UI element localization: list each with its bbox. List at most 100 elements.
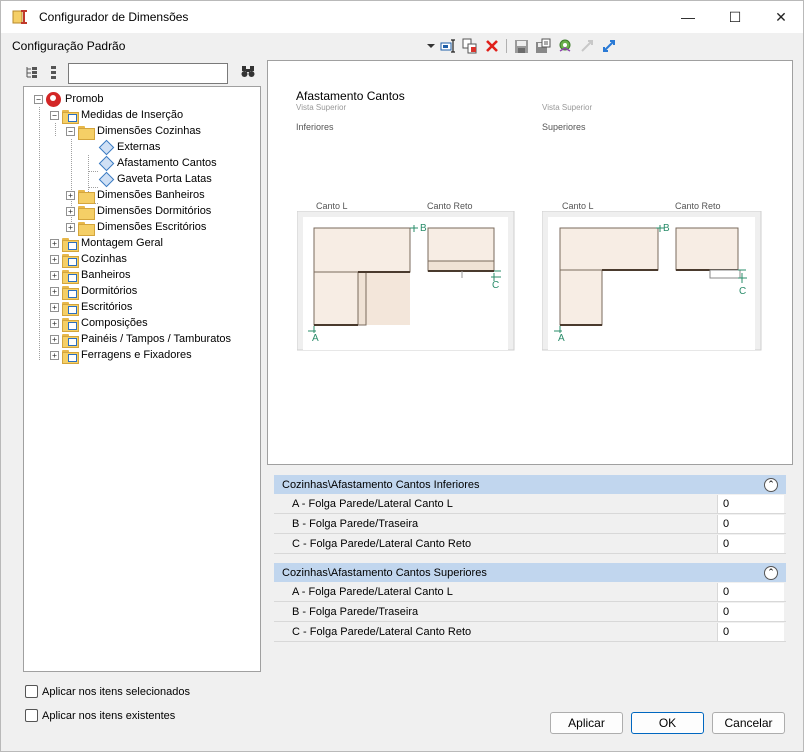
ok-button[interactable]: OK bbox=[631, 712, 704, 734]
inferiores-diagram bbox=[297, 211, 515, 351]
tree-item-dimensoes-escritorios[interactable]: + Dimensões Escritórios bbox=[66, 219, 207, 236]
property-row: B - Folga Parede/Traseira 0 bbox=[274, 514, 786, 534]
superiores-diagram bbox=[542, 211, 762, 351]
marker-a-left: A bbox=[312, 333, 319, 344]
minimize-button[interactable]: — bbox=[665, 1, 711, 33]
collapse-all-icon[interactable] bbox=[47, 65, 63, 81]
expand-icon[interactable]: + bbox=[50, 270, 59, 280]
marker-b-right: B bbox=[663, 223, 670, 234]
property-name: B - Folga Parede/Traseira bbox=[292, 606, 419, 618]
close-button[interactable]: ✕ bbox=[758, 1, 804, 33]
export-icon[interactable] bbox=[576, 36, 598, 56]
tag-icon bbox=[98, 157, 114, 170]
app-icon bbox=[12, 10, 27, 24]
tree-item-externas[interactable]: Externas bbox=[98, 139, 160, 155]
collapse-icon[interactable]: − bbox=[34, 94, 43, 104]
tree-item-label: Dimensões Dormitórios bbox=[97, 205, 212, 217]
tree-item-cozinhas[interactable]: + Cozinhas bbox=[50, 251, 127, 268]
expand-icon[interactable]: + bbox=[50, 318, 59, 328]
folder-icon bbox=[62, 285, 79, 300]
property-value-field[interactable]: 0 bbox=[717, 623, 784, 641]
expand-icon[interactable]: + bbox=[50, 254, 59, 264]
property-value-field[interactable]: 0 bbox=[717, 535, 784, 553]
tree-item-label: Externas bbox=[117, 141, 161, 153]
property-row: C - Folga Parede/Lateral Canto Reto 0 bbox=[274, 622, 786, 642]
section-header-label: Cozinhas\Afastamento Cantos Superiores bbox=[282, 566, 487, 579]
tree-item-escritorios[interactable]: + Escritórios bbox=[50, 299, 132, 316]
property-value-field[interactable]: 0 bbox=[717, 603, 784, 621]
tree-toolbar bbox=[23, 62, 261, 84]
apply-button[interactable]: Aplicar bbox=[550, 712, 623, 734]
tree-search-input[interactable] bbox=[68, 63, 228, 84]
apply-selected-checkbox[interactable]: Aplicar nos itens selecionados bbox=[25, 685, 190, 698]
dropdown-arrow-icon[interactable] bbox=[425, 36, 437, 56]
tree-item-afastamento-cantos[interactable]: Afastamento Cantos bbox=[98, 155, 217, 171]
folder-icon bbox=[62, 349, 79, 364]
section-header[interactable]: Cozinhas\Afastamento Cantos Superiores ⌃ bbox=[274, 563, 786, 582]
expand-icon[interactable]: + bbox=[50, 286, 59, 296]
expand-icon[interactable]: + bbox=[66, 222, 75, 232]
expand-icon[interactable]: + bbox=[66, 190, 75, 200]
expand-icon[interactable]: + bbox=[66, 206, 75, 216]
collapse-section-icon[interactable]: ⌃ bbox=[764, 565, 778, 580]
tree-item-ferragens[interactable]: + Ferragens e Fixadores bbox=[50, 347, 192, 364]
property-name: A - Folga Parede/Lateral Canto L bbox=[292, 586, 453, 598]
copy-icon[interactable] bbox=[459, 36, 481, 56]
collapse-icon[interactable]: − bbox=[66, 126, 75, 136]
tree-item-promob[interactable]: − Promob bbox=[34, 91, 104, 107]
save-icon[interactable] bbox=[510, 36, 532, 56]
edit-field-icon[interactable] bbox=[437, 36, 459, 56]
property-name: B - Folga Parede/Traseira bbox=[292, 518, 419, 530]
tag-icon bbox=[98, 141, 114, 154]
tree-item-label: Medidas de Inserção bbox=[81, 109, 184, 121]
apply-existing-checkbox[interactable]: Aplicar nos itens existentes bbox=[25, 709, 175, 722]
property-value-field[interactable]: 0 bbox=[717, 495, 784, 513]
property-value-field[interactable]: 0 bbox=[717, 515, 784, 533]
tree-item-gaveta-porta-latas[interactable]: Gaveta Porta Latas bbox=[98, 171, 212, 187]
save-as-icon[interactable] bbox=[532, 36, 554, 56]
expand-icon[interactable]: + bbox=[50, 350, 59, 360]
preview-panel: Afastamento Cantos Vista Superior Vista … bbox=[267, 60, 793, 465]
tree-item-composicoes[interactable]: + Composições bbox=[50, 315, 148, 332]
tree-item-dormitorios[interactable]: + Dormitórios bbox=[50, 283, 137, 300]
tree-item-label: Dimensões Escritórios bbox=[97, 221, 207, 233]
checkbox-box[interactable] bbox=[25, 709, 38, 722]
settings-icon[interactable] bbox=[554, 36, 576, 56]
collapse-section-icon[interactable]: ⌃ bbox=[764, 477, 778, 492]
delete-icon[interactable] bbox=[481, 36, 503, 56]
tree-item-dimensoes-banheiros[interactable]: + Dimensões Banheiros bbox=[66, 187, 205, 204]
canto-l-label: Canto L bbox=[316, 201, 348, 211]
toolbar-separator bbox=[506, 39, 507, 53]
folder-icon bbox=[62, 317, 79, 332]
property-value-field[interactable]: 0 bbox=[717, 583, 784, 601]
import-icon[interactable] bbox=[598, 36, 620, 56]
cancel-button[interactable]: Cancelar bbox=[712, 712, 785, 734]
find-icon[interactable] bbox=[241, 65, 255, 81]
left-view-label: Vista Superior bbox=[296, 103, 347, 112]
expand-icon[interactable]: + bbox=[50, 334, 59, 344]
tree-item-label: Afastamento Cantos bbox=[117, 157, 217, 169]
apply-existing-label: Aplicar nos itens existentes bbox=[42, 709, 176, 722]
promob-icon bbox=[46, 91, 61, 107]
section-header[interactable]: Cozinhas\Afastamento Cantos Inferiores ⌃ bbox=[274, 475, 786, 494]
collapse-icon[interactable]: − bbox=[50, 110, 59, 120]
checkbox-box[interactable] bbox=[25, 685, 38, 698]
tree-item-paineis[interactable]: + Painéis / Tampos / Tamburatos bbox=[50, 331, 231, 348]
tree-item-montagem-geral[interactable]: + Montagem Geral bbox=[50, 235, 163, 252]
configuration-label: Configuração Padrão bbox=[12, 39, 126, 53]
tree-item-dimensoes-cozinhas[interactable]: − Dimensões Cozinhas bbox=[66, 123, 201, 140]
maximize-button[interactable]: ☐ bbox=[712, 1, 758, 33]
property-section-superiores: Cozinhas\Afastamento Cantos Superiores ⌃… bbox=[274, 563, 786, 642]
tree-item-dimensoes-dormitorios[interactable]: + Dimensões Dormitórios bbox=[66, 203, 212, 220]
preview-title: Afastamento Cantos bbox=[296, 89, 405, 103]
tree-item-banheiros[interactable]: + Banheiros bbox=[50, 267, 131, 284]
property-row: A - Folga Parede/Lateral Canto L 0 bbox=[274, 494, 786, 514]
expand-icon[interactable]: + bbox=[50, 238, 59, 248]
folder-icon bbox=[78, 189, 95, 204]
inferiores-label: Inferiores bbox=[296, 122, 334, 132]
expand-all-icon[interactable] bbox=[25, 65, 41, 81]
superiores-label: Superiores bbox=[542, 122, 586, 132]
expand-icon[interactable]: + bbox=[50, 302, 59, 312]
canto-l-label: Canto L bbox=[562, 201, 594, 211]
tree-item-medidas-insercao[interactable]: − Medidas de Inserção bbox=[50, 107, 184, 124]
